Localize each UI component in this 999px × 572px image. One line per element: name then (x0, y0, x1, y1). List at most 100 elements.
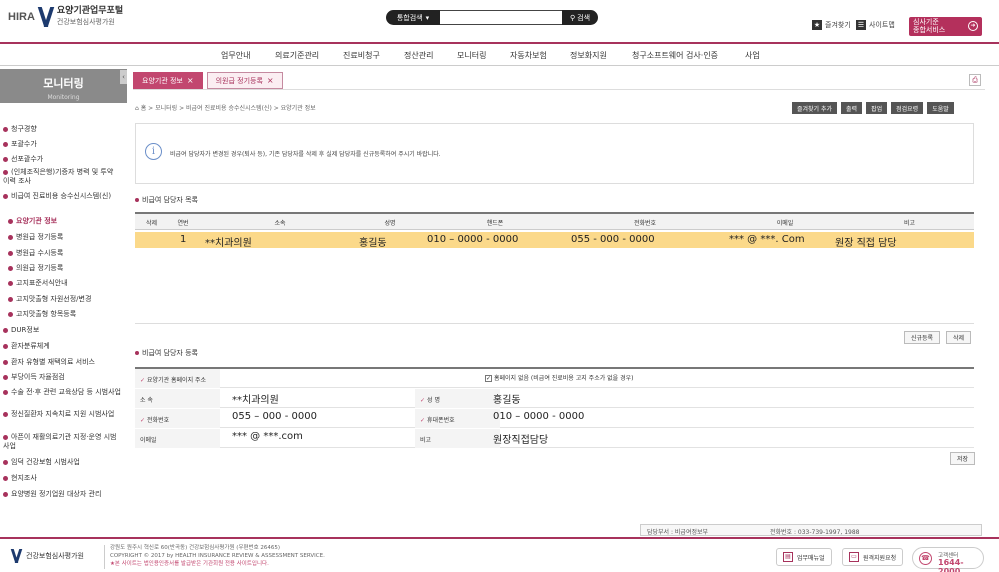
phone-label: ✓ 전화번호 (135, 409, 220, 428)
bullet-icon (3, 193, 8, 199)
bullet-icon (135, 198, 139, 202)
search-bar: 통합검색 ▾ ⚲ 검색 (386, 10, 598, 25)
save-button[interactable]: 저장 (950, 452, 976, 465)
bullet-icon (3, 459, 8, 465)
table-header: 삭제 연번 소속 성명 핸드폰 전화번호 이메일 비고 (135, 214, 974, 230)
note-label: 비고 (415, 429, 500, 448)
sidebar-item[interactable]: 수술 전·후 관련 교육상담 등 시범사업 (3, 388, 121, 397)
list-icon: ☰ (856, 20, 866, 30)
dept-label: 소 속 (135, 389, 220, 408)
tab-institution-info[interactable]: 요양기관 정보 × (133, 72, 203, 89)
bullet-icon (8, 234, 13, 240)
footer-logo: 건강보험심사평가원 (10, 549, 84, 563)
help-button[interactable]: 도움말 (927, 102, 954, 114)
note-field[interactable]: 원장직접담당 (493, 431, 548, 446)
popup-button[interactable]: 팝업 (866, 102, 888, 114)
bullet-icon (3, 491, 8, 497)
gnb-item[interactable]: 진료비청구 (343, 50, 380, 61)
sidebar-item[interactable]: 현지조사 (3, 474, 37, 483)
new-register-button[interactable]: 신규등록 (904, 331, 941, 344)
sidebar-collapse-button[interactable]: ‹ (120, 70, 127, 84)
bullet-icon (8, 265, 13, 271)
star-icon: ★ (812, 20, 822, 30)
sidebar-item[interactable]: 포괄수가 (3, 140, 37, 149)
sidebar-item[interactable]: (인체조직은행)기증자 병력 및 투약이력 조사 (3, 168, 118, 186)
bullet-icon (8, 296, 13, 302)
header: HIRA 요양기관업무포털 건강보험심사평가원 통합검색 ▾ ⚲ 검색 ★ 즐겨… (0, 0, 999, 42)
sidebar-subitem[interactable]: 고지맛출형 항목등록 (8, 310, 76, 319)
sidebar-subitem-active[interactable]: 요양기관 정보 (8, 217, 57, 226)
no-homepage-checkbox[interactable]: ✓ 홈페이지 없음 (비급여 진료비용 고지 주소가 없을 경우) (485, 373, 633, 382)
sidebar-item[interactable]: 아픈이 재활의료기관 지정·운영 시범사업 (3, 433, 121, 451)
sidebar-item[interactable]: 부당이득 자율점검 (3, 373, 65, 382)
sidebar-item[interactable]: DUR정보 (3, 326, 39, 335)
criteria-service-button[interactable]: 심사기준 종합서비스 ➜ (909, 17, 982, 36)
sidebar-subitem[interactable]: 고지표준서식안내 (8, 279, 68, 288)
customer-center-button[interactable]: ☎ 고객센터 1644-2000 (912, 547, 984, 572)
email-field[interactable]: *** @ ***.com (232, 431, 303, 442)
check-guide-button[interactable]: 점검요령 (891, 102, 924, 114)
page-toolbar: 즐겨찾기 추가 출력 팝업 점검요령 도움말 (792, 102, 954, 114)
gnb-item[interactable]: 자동차보험 (510, 50, 547, 61)
gnb-item[interactable]: 사업 (745, 50, 760, 61)
gnb-item[interactable]: 청구소프트웨어 검사·인증 (632, 50, 718, 61)
phone-field[interactable]: 055 – 000 - 0000 (232, 411, 317, 422)
search-input[interactable] (440, 10, 562, 25)
tab-clinic-registration[interactable]: 의원급 정기등록 × (206, 72, 283, 89)
sidebar-subitem[interactable]: 의원급 정기등록 (8, 264, 63, 273)
sidebar-subitem[interactable]: 병원급 정기등록 (8, 233, 63, 242)
sidebar-item[interactable]: 정신질환자 지속치료 지원 시범사업 (3, 410, 121, 419)
bullet-icon (3, 359, 8, 365)
gnb-item[interactable]: 업무안내 (221, 50, 250, 61)
bullet-icon (8, 311, 13, 317)
manager-table: 삭제 연번 소속 성명 핸드폰 전화번호 이메일 비고 1 **치과의원 홍길동… (135, 212, 974, 324)
sidebar-item[interactable]: 환자 유형별 재택의료 서비스 (3, 358, 95, 367)
bullet-icon (3, 156, 8, 162)
bullet-icon (8, 250, 13, 256)
bullet-icon (3, 475, 8, 481)
department-info: 담당부서 : 비급여정보부 전화번호 : 033-739-1997, 1988 (640, 524, 982, 536)
bullet-icon (3, 343, 8, 349)
work-manual-button[interactable]: ▤ 업무매뉴얼 (776, 548, 832, 566)
sidebar-item[interactable]: 요양병원 정기업원 대상자 관리 (3, 490, 101, 499)
print-button[interactable]: 출력 (841, 102, 863, 114)
search-category-select[interactable]: 통합검색 ▾ (386, 10, 440, 25)
sitemap-link[interactable]: ☰ 사이트맵 (856, 20, 895, 30)
site-logo[interactable]: HIRA 요양기관업무포털 건강보험심사평가원 (8, 5, 123, 29)
favorites-link[interactable]: ★ 즐겨찾기 (812, 20, 851, 30)
sidebar-item[interactable]: 청구경향 (3, 125, 37, 134)
home-icon[interactable]: ⌂ (135, 105, 139, 112)
search-button[interactable]: ⚲ 검색 (562, 10, 598, 25)
bullet-icon (3, 374, 8, 380)
bullet-icon (3, 411, 8, 417)
brand-text: HIRA (8, 11, 35, 23)
mobile-field[interactable]: 010 – 0000 - 0000 (493, 411, 584, 422)
gnb-item[interactable]: 의료기준관리 (275, 50, 319, 61)
delete-button[interactable]: 삭제 (946, 331, 972, 344)
sidebar-item[interactable]: 선포괄수가 (3, 155, 43, 164)
footer: 건강보험심사평가원 강원도 원주시 혁신로 60(반곡동) 건강보험심사평가원 … (0, 537, 999, 572)
print-icon[interactable]: ⎙ (969, 74, 981, 86)
sidebar-subitem[interactable]: 고지맛출형 자원선정/변경 (8, 295, 91, 304)
sidebar-subitem[interactable]: 병원급 수시등록 (8, 249, 63, 258)
add-favorite-button[interactable]: 즐겨찾기 추가 (792, 102, 838, 114)
dept-field[interactable]: **치과의원 (232, 391, 279, 406)
gnb-item[interactable]: 정보화지원 (570, 50, 607, 61)
table-row[interactable]: 1 **치과의원 홍길동 010 – 0000 - 0000 055 - 000… (135, 232, 974, 249)
tab-bar: 요양기관 정보 × 의원급 정기등록 × (133, 72, 283, 89)
name-label: ✓ 성 명 (415, 389, 500, 408)
email-label: 이메일 (135, 429, 220, 448)
close-icon[interactable]: × (187, 76, 194, 85)
sidebar-item[interactable]: 비급여 진료비용 승수신시스템(신) (3, 192, 118, 201)
monitor-icon: ▭ (849, 552, 859, 562)
name-field[interactable]: 홍길동 (493, 391, 521, 406)
sidebar-item[interactable]: 임덕 건강보험 시범사업 (3, 458, 80, 467)
close-icon[interactable]: × (267, 76, 274, 85)
remote-support-button[interactable]: ▭ 원격지원요청 (842, 548, 904, 566)
gnb-item[interactable]: 모니터링 (457, 50, 486, 61)
gnb-item[interactable]: 정산관리 (404, 50, 433, 61)
bullet-icon (3, 141, 8, 147)
sidebar-item[interactable]: 환자분류체계 (3, 342, 50, 351)
bullet-icon (3, 169, 8, 175)
hira-logo-mark (10, 549, 23, 563)
